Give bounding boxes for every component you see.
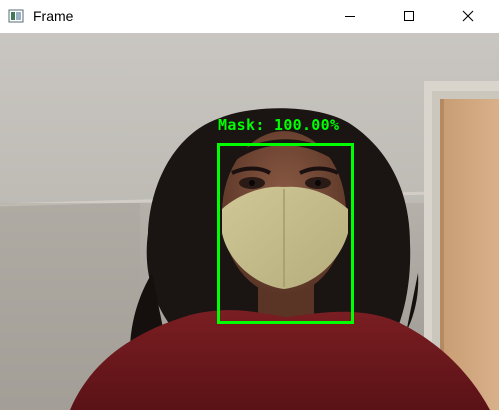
title-bar[interactable]: Frame	[0, 0, 499, 33]
close-button[interactable]	[445, 0, 491, 32]
maximize-button[interactable]	[386, 0, 432, 32]
close-icon	[462, 10, 474, 22]
window-title: Frame	[33, 8, 74, 24]
video-frame: Mask: 100.00%	[0, 33, 499, 410]
app-icon	[8, 9, 24, 23]
maximize-icon	[404, 11, 414, 21]
detection-box	[217, 143, 354, 324]
minimize-button[interactable]	[327, 0, 373, 32]
detection-label: Mask: 100.00%	[218, 116, 340, 134]
minimize-icon	[345, 16, 355, 17]
frame-window: Frame Mask: 100.00%	[0, 0, 499, 410]
